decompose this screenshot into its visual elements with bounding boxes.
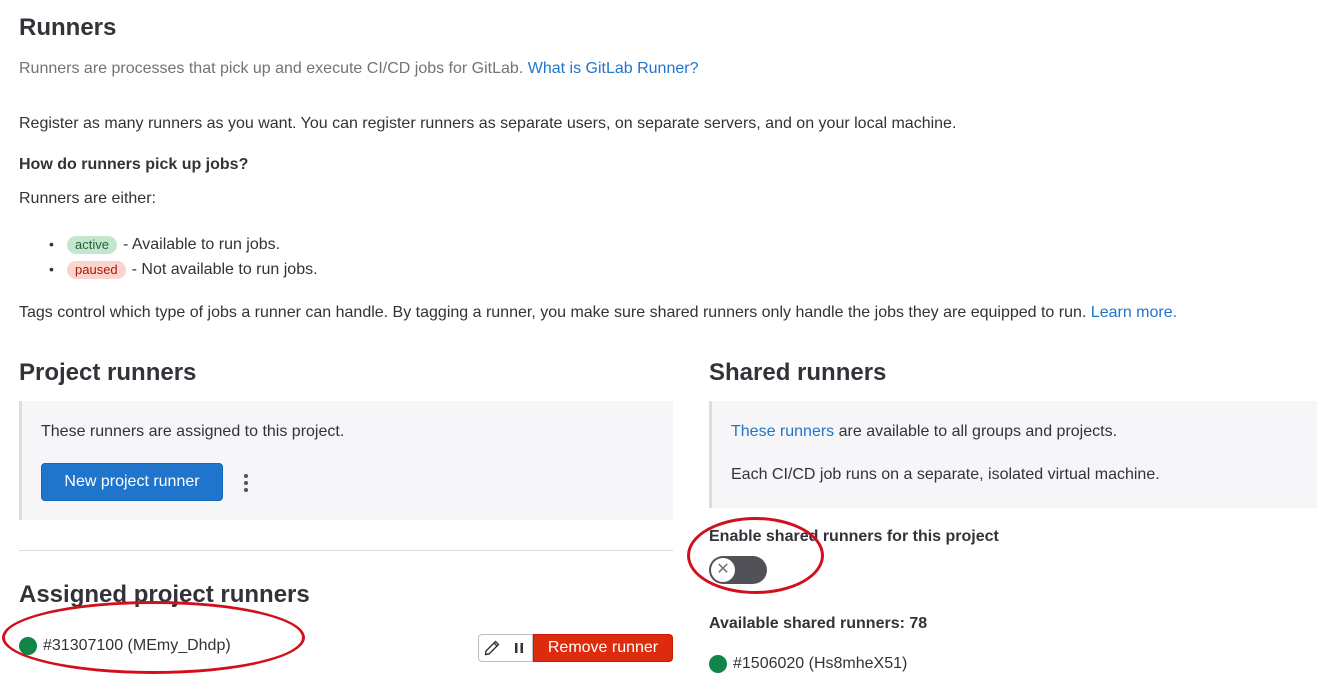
isolated-vm-text: Each CI/CD job runs on a separate, isola… xyxy=(731,466,1160,483)
pause-runner-button[interactable] xyxy=(505,634,533,662)
how-runners-pick-jobs-heading: How do runners pick up jobs? xyxy=(19,156,249,173)
pencil-icon xyxy=(484,640,500,656)
project-runners-heading: Project runners xyxy=(19,359,197,386)
shared-runners-heading: Shared runners xyxy=(709,359,887,386)
subtitle-text: Runners are processes that pick up and e… xyxy=(19,60,524,77)
section-divider xyxy=(19,550,673,551)
project-runners-description: These runners are assigned to this proje… xyxy=(41,423,345,440)
page-title: Runners xyxy=(19,14,117,41)
list-item: active - Available to run jobs. xyxy=(19,232,619,257)
shared-runner-row: #1506020 (Hs8mheX51) xyxy=(709,654,907,674)
shared-runners-description: These runners are available to all group… xyxy=(731,422,1117,442)
learn-more-link[interactable]: Learn more. xyxy=(1091,304,1177,321)
pause-icon xyxy=(514,643,523,653)
assigned-runner-row: #31307100 (MEmy_Dhdp) xyxy=(19,636,231,656)
register-text: Register as many runners as you want. Yo… xyxy=(19,115,957,132)
these-runners-link[interactable]: These runners xyxy=(731,423,834,440)
list-item: paused - Not available to run jobs. xyxy=(19,257,619,282)
what-is-runner-link[interactable]: What is GitLab Runner? xyxy=(528,60,699,77)
runners-either-text: Runners are either: xyxy=(19,190,156,207)
shared-runners-text: are available to all groups and projects… xyxy=(838,423,1118,440)
runner-states-list: active - Available to run jobs. paused - N… xyxy=(19,232,619,282)
tags-text: Tags control which type of jobs a runner… xyxy=(19,303,1177,323)
assigned-runners-heading: Assigned project runners xyxy=(19,581,310,608)
enable-shared-runners-toggle[interactable]: ✕ xyxy=(709,556,767,584)
state-description: - Available to run jobs. xyxy=(122,236,281,253)
available-shared-runners-count: Available shared runners: 78 xyxy=(709,615,928,632)
more-actions-icon[interactable] xyxy=(236,467,256,499)
toggle-label: Enable shared runners for this project xyxy=(709,528,999,545)
runner-link[interactable]: #31307100 (MEmy_Dhdp) xyxy=(43,636,231,656)
online-status-icon xyxy=(709,655,727,673)
close-icon: ✕ xyxy=(711,558,735,582)
tags-description: Tags control which type of jobs a runner… xyxy=(19,304,1087,321)
online-status-icon xyxy=(19,637,37,655)
page-subtitle: Runners are processes that pick up and e… xyxy=(19,59,698,79)
project-runners-card: These runners are assigned to this proje… xyxy=(19,401,673,520)
state-description: - Not available to run jobs. xyxy=(131,261,318,278)
paused-badge: paused xyxy=(67,261,126,279)
shared-runners-card: These runners are available to all group… xyxy=(709,401,1317,508)
edit-runner-button[interactable] xyxy=(478,634,506,662)
remove-runner-button[interactable]: Remove runner xyxy=(533,634,673,662)
active-badge: active xyxy=(67,236,117,254)
new-project-runner-button[interactable]: New project runner xyxy=(41,463,223,501)
shared-runner-name: #1506020 (Hs8mheX51) xyxy=(733,655,908,672)
